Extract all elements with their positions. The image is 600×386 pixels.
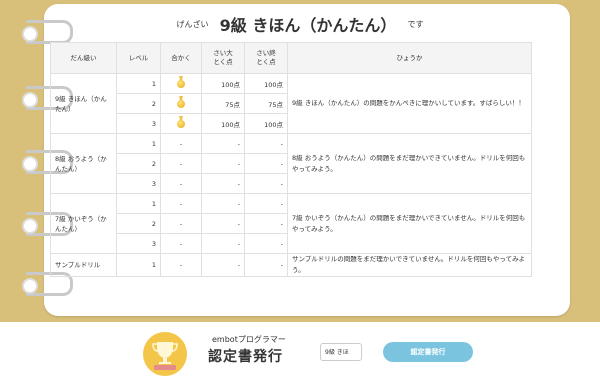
current-grade: 9級 きほん（かんたん） (219, 16, 397, 35)
level-cell: 3 (116, 233, 161, 254)
pass-cell: - (160, 173, 202, 194)
level-cell: 2 (116, 93, 161, 114)
level-cell: 3 (116, 113, 161, 134)
evaluation-cell: 7級 かいぞう（かんたん）の問題をまだ理かいできていません。ドリルを何回もやって… (287, 193, 532, 254)
header-evaluation: ひょうか (287, 42, 532, 74)
header-grade: だん級い (50, 42, 117, 74)
pass-cell (160, 93, 202, 114)
footer-bar (0, 322, 600, 386)
last-score-cell: - (244, 173, 288, 194)
page-title: げんざい 9級 きほん（かんたん） です (0, 12, 600, 36)
max-score-cell: - (201, 253, 245, 277)
pass-cell: - (160, 193, 202, 214)
grade-name-cell: サンプルドリル (50, 253, 117, 277)
pass-cell: - (160, 213, 202, 234)
max-score-cell: - (201, 193, 245, 214)
pass-cell: - (160, 153, 202, 174)
last-score-cell: - (244, 233, 288, 254)
grade-name-cell: 8級 おうよう（かんたん） (50, 133, 117, 194)
table-row: 9級 きほん（かんたん） 1 100点 100点 9級 きほん（かんたん）の問題をかんぺ… (50, 73, 532, 134)
last-score-cell: - (244, 213, 288, 234)
last-score-cell: 75点 (244, 93, 288, 114)
table-row: 8級 おうよう（かんたん） 1- - -8級 おうよう（かんたん）の問題をまだ理かいで… (50, 133, 532, 194)
level-cell: 2 (116, 153, 161, 174)
pass-cell: - (160, 133, 202, 154)
last-score-cell: 100点 (244, 113, 288, 134)
score-table: だん級い レベル 合かく さい大 とく点 さい終 とく点 ひょうか 9級 きほん（か… (50, 42, 532, 277)
last-score-cell: - (244, 133, 288, 154)
max-score-cell: - (201, 133, 245, 154)
medal-icon (177, 99, 185, 108)
certificate-subtitle: embotプログラマー (212, 335, 286, 344)
evaluation-cell: 9級 きほん（かんたん）の問題をかんぺきに理かいしています。すばらしい！！ (287, 73, 532, 134)
pass-cell (160, 73, 202, 94)
evaluation-cell: 8級 おうよう（かんたん）の問題をまだ理かいできていません。ドリルを何回もやって… (287, 133, 532, 194)
pass-cell: - (160, 253, 202, 277)
max-score-cell: - (201, 213, 245, 234)
level-cell: 3 (116, 173, 161, 194)
header-last-score: さい終 とく点 (244, 42, 288, 74)
title-prefix: げんざい (176, 19, 209, 29)
pass-cell (160, 113, 202, 134)
issue-certificate-button[interactable]: 認定書発行 (383, 342, 473, 362)
max-score-cell: 75点 (201, 93, 245, 114)
table-row: サンプルドリル 1- - - サンプルドリルの問題をまだ理かいできていません。ドリルを何… (50, 253, 532, 277)
grade-name-cell: 9級 きほん（かんたん） (50, 73, 117, 134)
header-max-score: さい大 とく点 (201, 42, 245, 74)
level-cell: 1 (116, 253, 161, 277)
table-header-row: だん級い レベル 合かく さい大 とく点 さい終 とく点 ひょうか (50, 42, 532, 74)
level-cell: 1 (116, 193, 161, 214)
grade-name-cell: 7級 かいぞう（かんたん） (50, 193, 117, 254)
header-level: レベル (116, 42, 161, 74)
last-score-cell: - (244, 193, 288, 214)
header-pass: 合かく (160, 42, 202, 74)
level-cell: 1 (116, 73, 161, 94)
evaluation-cell: サンプルドリルの問題をまだ理かいできていません。ドリルを何回もやってみよう。 (287, 253, 532, 277)
last-score-cell: 100点 (244, 73, 288, 94)
last-score-cell: - (244, 253, 288, 277)
max-score-cell: 100点 (201, 113, 245, 134)
medal-icon (177, 79, 185, 88)
level-cell: 2 (116, 213, 161, 234)
certificate-title: 認定書発行 (208, 349, 283, 365)
title-suffix: です (407, 19, 424, 29)
max-score-cell: - (201, 153, 245, 174)
medal-icon (177, 119, 185, 128)
table-row: 7級 かいぞう（かんたん） 1- - -7級 かいぞう（かんたん）の問題をまだ理かいで… (50, 193, 532, 254)
trophy-icon (143, 332, 187, 376)
pass-cell: - (160, 233, 202, 254)
max-score-cell: - (201, 173, 245, 194)
last-score-cell: - (244, 153, 288, 174)
max-score-cell: - (201, 233, 245, 254)
grade-select[interactable]: 9級 きほ (320, 343, 362, 361)
max-score-cell: 100点 (201, 73, 245, 94)
level-cell: 1 (116, 133, 161, 154)
